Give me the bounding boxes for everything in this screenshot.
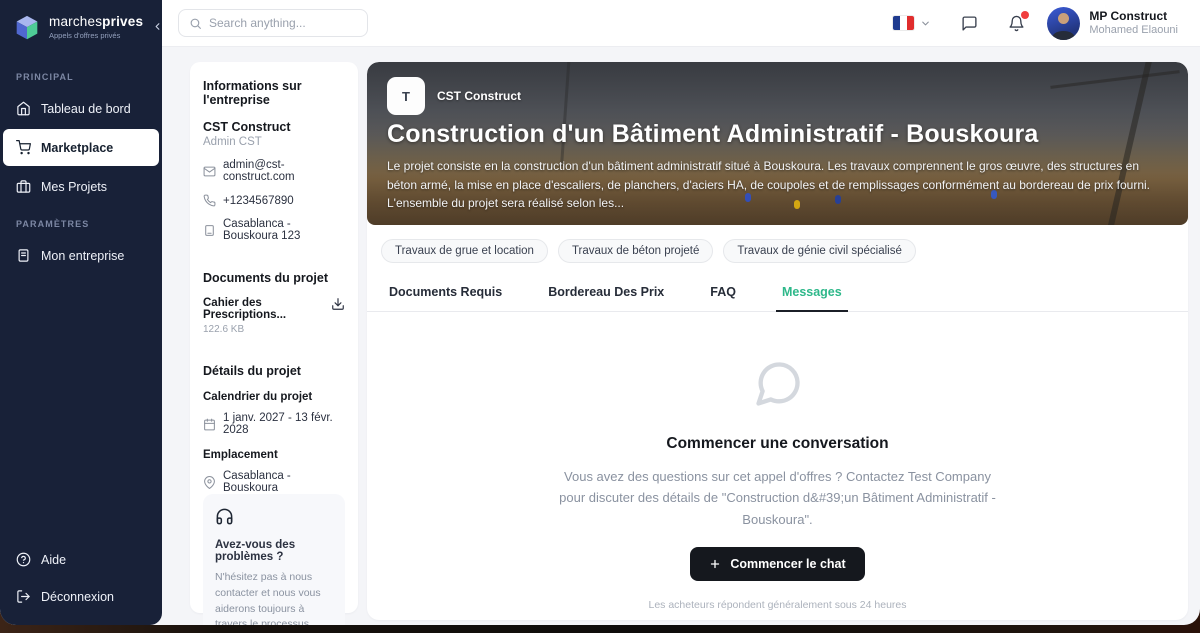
brand-cube-icon — [12, 13, 42, 43]
owner-avatar: T — [387, 77, 425, 115]
sidebar-section-principal: PRINCIPAL — [0, 58, 162, 90]
project-hero: T CST Construct Construction d'un Bâtime… — [367, 62, 1188, 225]
sidebar-item-projects[interactable]: Mes Projets — [0, 168, 162, 205]
company-name: CST Construct — [203, 120, 345, 134]
location-label: Emplacement — [203, 449, 345, 461]
logout-icon — [16, 589, 31, 604]
calendar-value: 1 janv. 2027 - 13 févr. 2028 — [223, 412, 345, 436]
tag-badge: Travaux de béton projeté — [558, 239, 713, 263]
tab-messages[interactable]: Messages — [776, 279, 848, 312]
user-avatar — [1047, 7, 1080, 40]
chat-bubble-outline-icon — [752, 358, 804, 410]
conversation-body: Vous avez des questions sur cet appel d'… — [553, 466, 1003, 530]
company-email-row: admin@cst-construct.com — [203, 159, 345, 183]
response-time-note: Les acheteurs répondent généralement sou… — [367, 599, 1188, 611]
tag-badge: Travaux de grue et location — [381, 239, 548, 263]
user-company: MP Construct — [1089, 9, 1178, 24]
company-email: admin@cst-construct.com — [223, 159, 345, 183]
headset-icon — [215, 507, 234, 526]
messages-button[interactable] — [961, 15, 978, 32]
project-description: Le projet consiste en la construction d'… — [387, 157, 1168, 213]
top-bar: MP Construct Mohamed Elaouni — [162, 0, 1200, 47]
home-icon — [16, 101, 31, 116]
language-selector[interactable] — [893, 16, 931, 30]
project-panel: T CST Construct Construction d'un Bâtime… — [367, 62, 1188, 620]
phone-icon — [203, 194, 216, 207]
download-icon — [331, 297, 345, 311]
map-pin-icon — [203, 476, 216, 489]
tab-faq[interactable]: FAQ — [704, 279, 742, 312]
chevron-down-icon — [920, 18, 931, 29]
location-value: Casablanca - Bouskoura — [223, 470, 345, 494]
sidebar-section-settings: PARAMÈTRES — [0, 205, 162, 237]
sidebar-item-logout[interactable]: Déconnexion — [0, 578, 162, 615]
project-tags: Travaux de grue et location Travaux de b… — [367, 225, 1188, 263]
journal-icon — [16, 248, 31, 263]
brand-logo: marchesprives Appels d'offres privés — [0, 0, 162, 58]
cart-icon — [16, 140, 31, 155]
calendar-icon — [203, 418, 216, 431]
support-box: Avez-vous des problèmes ? N'hésitez pas … — [203, 494, 345, 625]
notifications-button[interactable] — [1008, 15, 1025, 32]
sidebar-item-label: Mon entreprise — [41, 249, 124, 263]
company-phone-row: +1234567890 — [203, 194, 345, 207]
sidebar-item-label: Marketplace — [41, 141, 113, 155]
document-size: 122.6 KB — [203, 324, 331, 335]
project-tabs: Documents Requis Bordereau Des Prix FAQ … — [367, 279, 1188, 312]
brand-tagline: Appels d'offres privés — [49, 32, 143, 40]
panel-title: Informations sur l'entreprise — [203, 79, 345, 107]
envelope-icon — [203, 165, 216, 178]
messages-empty-state: Commencer une conversation Vous avez des… — [367, 312, 1188, 611]
documents-title: Documents du projet — [203, 271, 345, 285]
tab-bordereau-des-prix[interactable]: Bordereau Des Prix — [542, 279, 670, 312]
french-flag-icon — [893, 16, 914, 30]
plus-icon — [709, 558, 721, 570]
help-circle-icon — [16, 552, 31, 567]
start-chat-label: Commencer le chat — [730, 557, 845, 571]
tab-documents-requis[interactable]: Documents Requis — [383, 279, 508, 312]
company-phone: +1234567890 — [223, 195, 294, 207]
search-icon — [189, 17, 202, 30]
sidebar-item-marketplace[interactable]: Marketplace — [3, 129, 159, 166]
document-name: Cahier des Prescriptions... — [203, 297, 331, 321]
sidebar-item-dashboard[interactable]: Tableau de bord — [0, 90, 162, 127]
tag-badge: Travaux de génie civil spécialisé — [723, 239, 916, 263]
sidebar-item-help[interactable]: Aide — [0, 541, 162, 578]
brand-name: marchesprives — [49, 15, 143, 30]
company-info-panel: Informations sur l'entreprise CST Constr… — [190, 62, 358, 613]
building-icon — [203, 224, 216, 237]
sidebar-item-label: Tableau de bord — [41, 102, 131, 116]
user-name: Mohamed Elaouni — [1089, 24, 1178, 38]
sidebar-item-label: Mes Projets — [41, 180, 107, 194]
calendar-label: Calendrier du projet — [203, 391, 345, 403]
search-input-wrapper — [178, 9, 368, 37]
sidebar-item-label: Aide — [41, 553, 66, 567]
conversation-title: Commencer une conversation — [367, 435, 1188, 453]
sidebar: marchesprives Appels d'offres privés PRI… — [0, 0, 162, 625]
start-chat-button[interactable]: Commencer le chat — [690, 547, 864, 581]
project-title: Construction d'un Bâtiment Administratif… — [387, 120, 1168, 149]
search-input[interactable] — [209, 16, 357, 30]
sidebar-item-label: Déconnexion — [41, 590, 114, 604]
user-menu[interactable]: MP Construct Mohamed Elaouni — [1047, 7, 1178, 40]
location-row: Casablanca - Bouskoura — [203, 470, 345, 494]
app-window: marchesprives Appels d'offres privés PRI… — [0, 0, 1200, 625]
owner-name: CST Construct — [437, 89, 521, 103]
notification-badge — [1021, 11, 1029, 19]
download-button[interactable] — [331, 297, 345, 314]
company-role: Admin CST — [203, 136, 345, 148]
support-body: N'hésitez pas à nous contacter et nous v… — [215, 570, 333, 625]
document-row: Cahier des Prescriptions... 122.6 KB — [203, 297, 345, 335]
company-address: Casablanca - Bouskoura 123 — [223, 218, 345, 242]
company-address-row: Casablanca - Bouskoura 123 — [203, 218, 345, 242]
support-title: Avez-vous des problèmes ? — [215, 539, 333, 563]
chat-bubble-icon — [961, 15, 978, 32]
sidebar-item-company[interactable]: Mon entreprise — [0, 237, 162, 274]
calendar-row: 1 janv. 2027 - 13 févr. 2028 — [203, 412, 345, 436]
details-title: Détails du projet — [203, 364, 345, 378]
briefcase-icon — [16, 179, 31, 194]
